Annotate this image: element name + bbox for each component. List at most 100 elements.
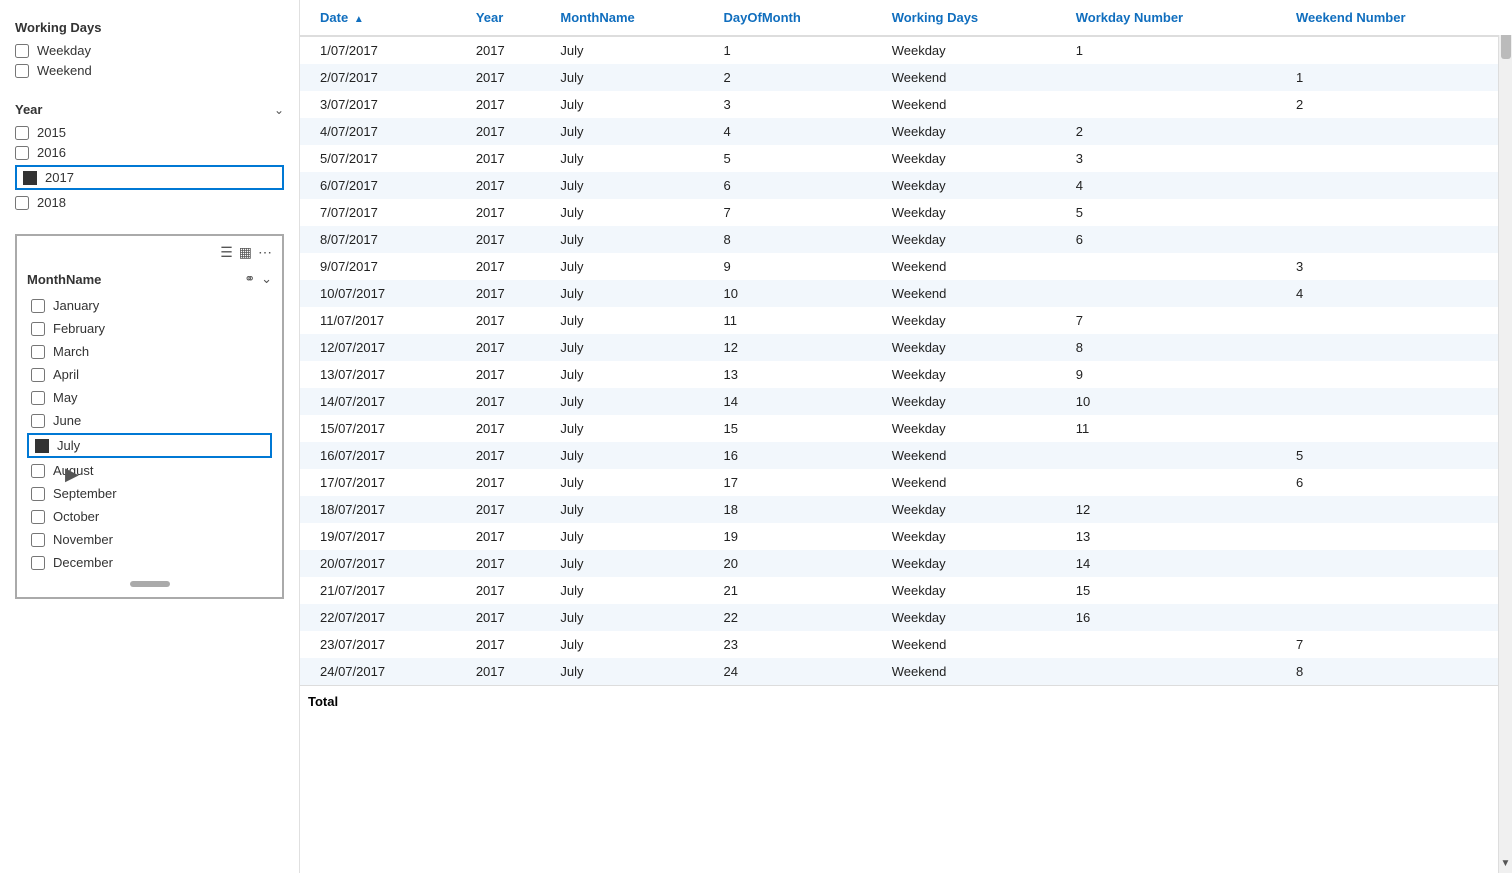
col-workdaynumber[interactable]: Workday Number (1068, 0, 1288, 36)
year-col-label: Year (476, 10, 503, 25)
col-monthname[interactable]: MonthName (552, 0, 715, 36)
month-april-item[interactable]: April (27, 364, 272, 385)
col-dayofmonth[interactable]: DayOfMonth (716, 0, 884, 36)
month-june-checkbox[interactable] (31, 414, 45, 428)
cell-monthName: July (552, 199, 715, 226)
weekend-checkbox-item[interactable]: Weekend (15, 63, 284, 78)
cell-dayOfMonth: 18 (716, 496, 884, 523)
cell-dayOfMonth: 22 (716, 604, 884, 631)
year-2017-item[interactable]: 2017 (15, 165, 284, 190)
table-icon[interactable]: ▦ (239, 244, 252, 261)
cell-workingDays: Weekday (884, 577, 1068, 604)
cell-year: 2017 (468, 523, 553, 550)
cell-year: 2017 (468, 550, 553, 577)
cell-monthName: July (552, 64, 715, 91)
cell-weekendNumber (1288, 361, 1512, 388)
month-july-item[interactable]: July (27, 433, 272, 458)
year-2015-item[interactable]: 2015 (15, 125, 284, 140)
month-february-checkbox[interactable] (31, 322, 45, 336)
month-may-item[interactable]: May (27, 387, 272, 408)
working-days-title: Working Days (15, 20, 284, 35)
cell-workdayNumber: 1 (1068, 36, 1288, 64)
cell-workdayNumber: 13 (1068, 523, 1288, 550)
cell-date: 12/07/2017 (300, 334, 468, 361)
month-january-label: January (53, 298, 99, 313)
cell-year: 2017 (468, 388, 553, 415)
cell-dayOfMonth: 2 (716, 64, 884, 91)
month-march-item[interactable]: March (27, 341, 272, 362)
cell-workdayNumber: 6 (1068, 226, 1288, 253)
cell-workingDays: Weekday (884, 550, 1068, 577)
year-chevron-icon[interactable]: ⌄ (274, 103, 284, 117)
month-scrollbar (27, 581, 272, 587)
table-row: 12/07/20172017July12Weekday8 (300, 334, 1512, 361)
col-year[interactable]: Year (468, 0, 553, 36)
month-november-item[interactable]: November (27, 529, 272, 550)
col-workingdays[interactable]: Working Days (884, 0, 1068, 36)
month-march-checkbox[interactable] (31, 345, 45, 359)
month-september-checkbox[interactable] (31, 487, 45, 501)
date-sort-icon: ▲ (354, 14, 364, 25)
cell-workdayNumber: 8 (1068, 334, 1288, 361)
month-december-checkbox[interactable] (31, 556, 45, 570)
weekday-checkbox-item[interactable]: Weekday (15, 43, 284, 58)
cell-dayOfMonth: 24 (716, 658, 884, 686)
table-row: 2/07/20172017July2Weekend1 (300, 64, 1512, 91)
clear-icon[interactable]: ⚭ (244, 271, 255, 287)
month-scrollbar-thumb[interactable] (130, 581, 170, 587)
col-weekendnumber[interactable]: Weekend Number (1288, 0, 1512, 36)
month-february-item[interactable]: February (27, 318, 272, 339)
cell-monthName: July (552, 550, 715, 577)
working-days-filter: Working Days Weekday Weekend (15, 20, 284, 78)
vertical-scrollbar[interactable]: ▲ ▼ (1498, 0, 1512, 873)
month-november-label: November (53, 532, 113, 547)
cell-monthName: July (552, 361, 715, 388)
cell-workdayNumber (1068, 91, 1288, 118)
month-october-item[interactable]: October (27, 506, 272, 527)
month-june-item[interactable]: June (27, 410, 272, 431)
scroll-down-arrow[interactable]: ▼ (1497, 854, 1512, 873)
hamburger-icon[interactable]: ☰ (220, 244, 233, 261)
ellipsis-icon[interactable]: ⋯ (258, 244, 272, 261)
month-january-item[interactable]: January (27, 295, 272, 316)
cell-monthName: July (552, 172, 715, 199)
table-row: 22/07/20172017July22Weekday16 (300, 604, 1512, 631)
cell-year: 2017 (468, 361, 553, 388)
month-august-checkbox[interactable] (31, 464, 45, 478)
month-chevron-icon[interactable]: ⌄ (261, 271, 272, 287)
year-2016-checkbox[interactable] (15, 146, 29, 160)
cell-dayOfMonth: 3 (716, 91, 884, 118)
weekendnumber-col-label: Weekend Number (1296, 10, 1406, 25)
month-december-item[interactable]: December (27, 552, 272, 573)
year-2016-item[interactable]: 2016 (15, 145, 284, 160)
cell-monthName: July (552, 253, 715, 280)
table-row: 11/07/20172017July11Weekday7 (300, 307, 1512, 334)
cell-dayOfMonth: 15 (716, 415, 884, 442)
month-august-item[interactable]: August ▶ (27, 460, 272, 481)
cell-date: 15/07/2017 (300, 415, 468, 442)
year-2018-item[interactable]: 2018 (15, 195, 284, 210)
year-2015-checkbox[interactable] (15, 126, 29, 140)
month-october-checkbox[interactable] (31, 510, 45, 524)
month-may-checkbox[interactable] (31, 391, 45, 405)
month-april-checkbox[interactable] (31, 368, 45, 382)
weekday-checkbox[interactable] (15, 44, 29, 58)
header-row: Date ▲ Year MonthName DayOfMonth Working… (300, 0, 1512, 36)
cell-date: 21/07/2017 (300, 577, 468, 604)
workingdays-col-label: Working Days (892, 10, 978, 25)
cell-weekendNumber (1288, 496, 1512, 523)
col-date[interactable]: Date ▲ (300, 0, 468, 36)
year-2018-checkbox[interactable] (15, 196, 29, 210)
cell-workdayNumber (1068, 64, 1288, 91)
cell-weekendNumber (1288, 307, 1512, 334)
month-november-checkbox[interactable] (31, 533, 45, 547)
month-january-checkbox[interactable] (31, 299, 45, 313)
month-september-item[interactable]: September (27, 483, 272, 504)
month-panel: ☰ ▦ ⋯ MonthName ⚭ ⌄ January February (15, 234, 284, 599)
scrollbar-track (1499, 19, 1512, 854)
cell-dayOfMonth: 16 (716, 442, 884, 469)
cell-weekendNumber (1288, 199, 1512, 226)
right-panel: Date ▲ Year MonthName DayOfMonth Working… (300, 0, 1512, 873)
cell-date: 11/07/2017 (300, 307, 468, 334)
weekend-checkbox[interactable] (15, 64, 29, 78)
